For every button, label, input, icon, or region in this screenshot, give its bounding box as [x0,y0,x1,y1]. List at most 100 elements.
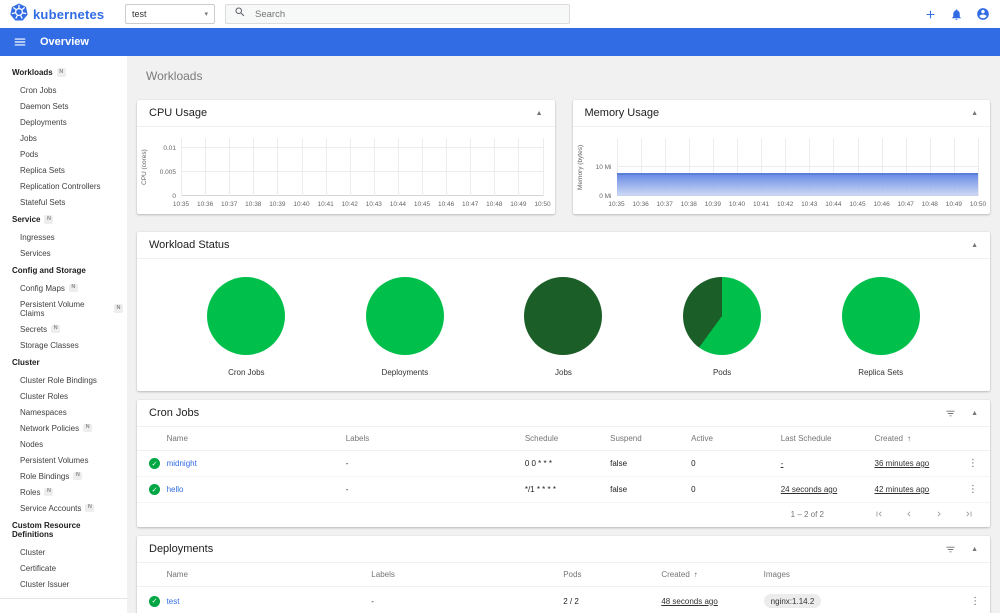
sidebar-group-custom-resource-definitions[interactable]: Custom Resource Definitions [0,516,127,544]
menu-hamburger-icon[interactable] [13,35,27,49]
workload-pie-jobs: Jobs [498,277,628,377]
collapse-icon[interactable]: ▲ [971,110,978,117]
x-tick-label: 10:48 [486,201,503,208]
sidebar-item-daemon-sets[interactable]: Daemon Sets [0,98,127,114]
sidebar-section: Service N Ingresses Services [0,210,127,261]
sidebar-item-role-bindings[interactable]: Role Bindings N [0,468,127,484]
cell-text: - [345,485,349,494]
next-page-button[interactable] [934,509,944,519]
resource-link[interactable]: test [167,597,180,606]
resource-link[interactable]: midnight [167,459,197,468]
sidebar-item-jobs[interactable]: Jobs [0,130,127,146]
resource-link[interactable]: hello [167,485,184,494]
timestamp-text: - [780,459,784,468]
column-header-created[interactable]: Created ↑ [870,427,956,451]
sidebar-item-replica-sets[interactable]: Replica Sets [0,162,127,178]
sidebar-item-ingresses[interactable]: Ingresses [0,229,127,245]
sidebar-item-replication-controllers[interactable]: Replication Controllers [0,178,127,194]
collapse-icon[interactable]: ▲ [536,110,543,117]
cell-text: - [345,459,349,468]
sidebar-group-service: Service N [0,210,127,229]
kubernetes-logo[interactable]: kubernetes [10,3,125,26]
sidebar-item-service-accounts[interactable]: Service Accounts N [0,500,127,516]
gridline [422,138,423,196]
x-tick-label: 10:35 [608,201,625,208]
sidebar-item-nodes[interactable]: Nodes [0,436,127,452]
sidebar-item-secrets[interactable]: Secrets N [0,321,127,337]
page-title: Workloads [146,69,203,83]
sidebar-item-namespaces[interactable]: Namespaces [0,404,127,420]
sidebar-group-config-and-storage: Config and Storage [12,266,86,275]
sidebar-item-roles[interactable]: Roles N [0,484,127,500]
cron-job-row: ✓ midnight - 0 0 * * * false 0 - 36 minutes ago… [137,450,990,477]
sidebar-item-cluster-issuer[interactable]: Cluster Issuer [0,576,127,592]
y-tick-label: 0 Mi [599,193,612,200]
gridline [494,138,496,196]
column-header-suspend[interactable]: Suspend [606,427,688,451]
sidebar-item-stateful-sets[interactable]: Stateful Sets [0,194,127,210]
x-tick-label: 10:46 [437,201,455,208]
first-page-button[interactable] [874,509,884,519]
sidebar-item-storage-classes[interactable]: Storage Classes [0,337,127,353]
namespaced-badge: N [44,487,54,497]
gridline [205,138,207,196]
toolbar-title: Overview [40,36,89,48]
column-header-name[interactable]: Name [162,563,368,587]
collapse-icon[interactable]: ▲ [971,242,978,249]
namespaced-badge: N [114,304,123,313]
sidebar-item-cluster[interactable]: Cluster [0,544,127,560]
sidebar-item-config-maps[interactable]: Config Maps N [0,280,127,296]
cpu-usage-chart: CPU (cores) 0 0.005 0.01 10:35 10:36 10:37 10… [137,127,555,214]
column-header-images[interactable]: Images [759,563,961,587]
sidebar-item-deployments[interactable]: Deployments [0,114,127,130]
column-header-pods[interactable]: Pods [559,563,658,587]
sidebar-item-certificate[interactable]: Certificate [0,560,127,576]
x-tick-label: 10:49 [945,201,963,208]
search-input[interactable] [255,8,561,20]
row-actions-button[interactable]: ⋮ [968,458,978,469]
sidebar-item-settings[interactable]: Settings [0,605,127,613]
sidebar-item-persistent-volume-claims[interactable]: Persistent Volume Claims N [0,296,127,321]
column-header-last-schedule[interactable]: Last Schedule [776,427,871,451]
column-header-created[interactable]: Created ↑ [657,563,760,587]
image-chip: nginx:1.14.2 [763,594,822,608]
pie-chart [207,277,286,355]
create-resource-button[interactable] [924,8,937,21]
x-tick-label: 10:39 [269,201,286,208]
prev-page-button[interactable] [904,509,914,519]
last-page-button[interactable] [964,509,974,519]
cpu-usage-card: CPU Usage ▲ CPU (cores) 0 0.005 0.01 10:35… [137,100,555,214]
gridline [373,138,375,196]
sort-ascending-icon: ↑ [907,434,912,443]
filter-icon[interactable] [945,408,956,419]
column-header-labels[interactable]: Labels [341,427,521,451]
sidebar-item-cluster-role-bindings[interactable]: Cluster Role Bindings [0,372,127,388]
column-header-schedule[interactable]: Schedule [520,427,607,451]
sidebar-item-network-policies[interactable]: Network Policies N [0,420,127,436]
sidebar-item-pods[interactable]: Pods [0,146,127,162]
sidebar-item-cluster-roles[interactable]: Cluster Roles [0,388,127,404]
sidebar-item-services[interactable]: Services [0,245,127,261]
row-actions-button[interactable]: ⋮ [968,484,978,495]
pie-chart [524,277,603,355]
collapse-icon[interactable]: ▲ [971,410,978,417]
workload-status-pies: Cron Jobs Deployments Jobs Pods Replica Sets [137,259,990,391]
x-tick-label: 10:40 [293,201,310,208]
sidebar-item-cron-jobs[interactable]: Cron Jobs [0,82,127,98]
gridline [616,166,978,167]
gridline [325,138,327,196]
user-account-icon[interactable] [976,7,990,21]
column-header-labels[interactable]: Labels [367,563,560,587]
filter-icon[interactable] [945,544,956,555]
y-tick-label: 0.005 [159,168,176,176]
column-header-active[interactable]: Active [687,427,777,451]
collapse-icon[interactable]: ▲ [971,546,978,553]
sidebar-group-workloads[interactable]: Workloads N [0,63,127,82]
row-actions-button[interactable]: ⋮ [970,596,980,607]
namespace-select[interactable]: test ▾ [125,4,215,24]
sidebar-item-persistent-volumes[interactable]: Persistent Volumes [0,452,127,468]
column-header-name[interactable]: Name [162,427,342,451]
cell-text: false [610,459,628,468]
notifications-bell-icon[interactable] [950,8,963,21]
x-tick-label: 10:46 [873,201,890,208]
